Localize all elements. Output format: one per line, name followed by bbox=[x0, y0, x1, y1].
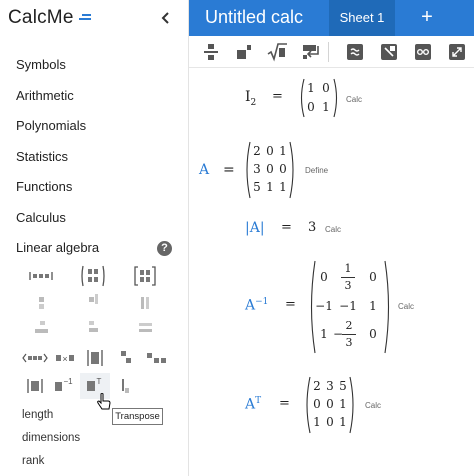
identity-label: I2 bbox=[245, 89, 257, 108]
transpose-label: AT bbox=[245, 396, 262, 413]
collapse-sidebar-icon[interactable] bbox=[158, 9, 174, 27]
sidebar-item-linear-algebra[interactable]: Linear algebra ? bbox=[0, 233, 189, 264]
equals-sign: = bbox=[281, 220, 292, 235]
calc-tag: Calc bbox=[325, 225, 342, 234]
delete-row-icon[interactable] bbox=[130, 317, 160, 343]
fraction-icon[interactable] bbox=[199, 40, 223, 64]
help-icon[interactable]: ? bbox=[157, 241, 172, 256]
equals-sign: = bbox=[279, 396, 290, 411]
calcme-app: CalcMe Symbols Arithmetic Polynomials St… bbox=[0, 0, 474, 476]
sidebar-item-symbols[interactable]: Symbols bbox=[0, 50, 189, 81]
approximate-icon[interactable] bbox=[343, 40, 367, 64]
toolbar bbox=[189, 36, 474, 68]
return-icon[interactable] bbox=[299, 40, 323, 64]
fraction-denominator: 3 bbox=[344, 279, 352, 292]
sidebar-item-calculus[interactable]: Calculus bbox=[0, 203, 189, 234]
submatrix-icon[interactable] bbox=[112, 345, 142, 371]
add-sheet-icon[interactable]: + bbox=[417, 7, 437, 27]
worksheet[interactable]: I2 = 1 0 0 1 Calc A = 2 0 1 3 0 0 5 1 1 … bbox=[189, 69, 474, 476]
insert-row-icon[interactable] bbox=[78, 317, 108, 343]
sidebar-menu: Symbols Arithmetic Polynomials Statistic… bbox=[0, 50, 189, 264]
matrix-inverse-result[interactable]: 0 1 3 0 −1 −1 1 1 − 2 3 0 bbox=[309, 259, 391, 355]
equals-sign: = bbox=[285, 297, 296, 312]
toolbar-separator bbox=[328, 42, 329, 62]
sidebar-item-arithmetic[interactable]: Arithmetic bbox=[0, 81, 189, 112]
add-row-icon[interactable] bbox=[78, 291, 108, 317]
function-dimensions[interactable]: dimensions bbox=[22, 432, 80, 444]
inverse-label: A−1 bbox=[245, 297, 269, 314]
sidebar-item-functions[interactable]: Functions bbox=[0, 172, 189, 203]
logo-text: CalcMe bbox=[8, 7, 74, 28]
link-icon[interactable] bbox=[411, 40, 435, 64]
tab-sheet-1[interactable]: Sheet 1 bbox=[329, 0, 395, 36]
variable-a: A bbox=[199, 162, 210, 178]
sidebar: CalcMe Symbols Arithmetic Polynomials St… bbox=[0, 0, 189, 476]
matrix-2x2-icon[interactable] bbox=[78, 263, 108, 289]
row-vector-icon[interactable] bbox=[26, 263, 56, 289]
matrix-bracket-icon[interactable] bbox=[130, 263, 160, 289]
inverse-icon[interactable]: −1 bbox=[50, 373, 80, 399]
svg-text:×: × bbox=[62, 354, 67, 364]
determinant-result[interactable]: 3 bbox=[308, 220, 316, 235]
insert-column-icon[interactable] bbox=[130, 291, 160, 317]
vector-icon[interactable] bbox=[20, 345, 50, 371]
hand-cursor-icon bbox=[97, 392, 111, 411]
function-rank[interactable]: rank bbox=[22, 455, 44, 467]
document-title[interactable]: Untitled calc bbox=[205, 7, 303, 28]
fraction-numerator: 1 bbox=[344, 262, 352, 275]
calc-tag: Calc bbox=[346, 95, 363, 104]
determinant-expression: |A| bbox=[245, 220, 265, 236]
matrix-transpose-result[interactable]: 2 3 5 0 0 1 1 0 1 bbox=[305, 375, 355, 435]
svg-text:T: T bbox=[97, 377, 102, 386]
svg-text:−1: −1 bbox=[63, 377, 73, 386]
minus-sign: − bbox=[333, 327, 344, 341]
add-column-icon[interactable] bbox=[26, 291, 56, 317]
add-row-below-icon[interactable] bbox=[26, 317, 56, 343]
matrix-result[interactable]: 1 0 0 1 bbox=[299, 77, 339, 119]
trace-icon[interactable] bbox=[112, 373, 142, 399]
define-tag: Define bbox=[305, 166, 329, 175]
cross-product-icon[interactable]: × bbox=[50, 345, 80, 371]
matrix-input[interactable]: 2 0 1 3 0 0 5 1 1 bbox=[245, 140, 295, 200]
power-icon[interactable] bbox=[231, 40, 255, 64]
fraction-denominator: 3 bbox=[345, 336, 353, 349]
calc-tag: Calc bbox=[398, 302, 415, 311]
expand-icon[interactable] bbox=[445, 40, 469, 64]
sidebar-item-statistics[interactable]: Statistics bbox=[0, 142, 189, 173]
tooltip: Transpose bbox=[112, 408, 163, 425]
logo-icon bbox=[78, 13, 91, 23]
sidebar-item-polynomials[interactable]: Polynomials bbox=[0, 111, 189, 142]
minor-icon[interactable] bbox=[142, 345, 172, 371]
function-length[interactable]: length bbox=[22, 409, 53, 421]
root-icon[interactable] bbox=[265, 40, 289, 64]
clear-icon[interactable] bbox=[377, 40, 401, 64]
top-bar: Untitled calc Sheet 1 + bbox=[189, 0, 474, 36]
equals-sign: = bbox=[272, 89, 283, 104]
sidebar-item-label: Linear algebra bbox=[16, 240, 100, 255]
norm-icon[interactable] bbox=[20, 373, 50, 399]
equals-sign: = bbox=[223, 162, 235, 178]
calc-tag: Calc bbox=[365, 401, 382, 410]
fraction-numerator: 2 bbox=[345, 319, 353, 332]
determinant-icon[interactable] bbox=[80, 345, 110, 371]
